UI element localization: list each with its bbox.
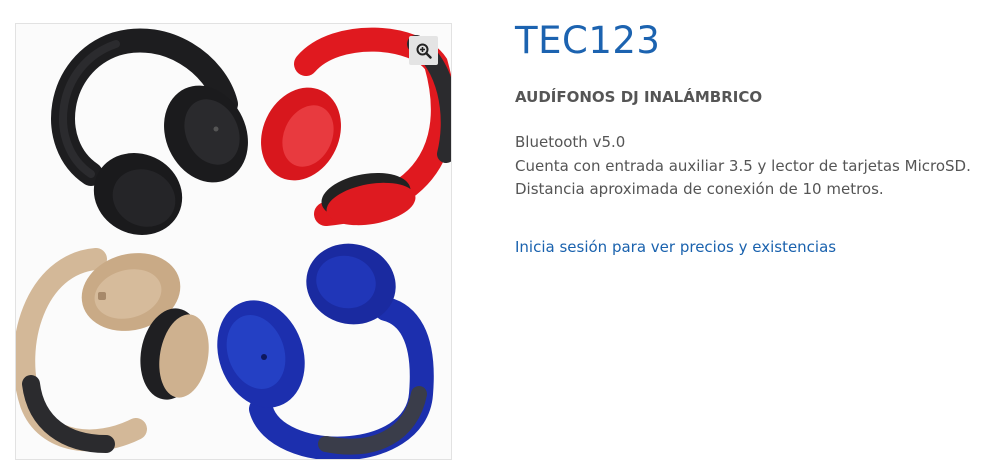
product-image-headphones [16,27,451,459]
feature-item: Cuenta con entrada auxiliar 3.5 y lector… [515,156,971,175]
red-headphones [261,27,451,226]
feature-item: Bluetooth v5.0 [515,133,626,151]
product-name: AUDÍFONOS DJ INALÁMBRICO [515,88,763,106]
product-features: Bluetooth v5.0 Cuenta con entrada auxili… [515,131,971,202]
login-to-see-prices-link[interactable]: Inicia sesión para ver precios y existen… [515,237,836,257]
product-code: TEC123 [515,19,661,62]
black-headphones [51,28,248,235]
blue-headphones [217,243,434,459]
product-image-gallery[interactable] [15,23,452,460]
zoom-button[interactable] [409,36,438,65]
gold-headphones [16,248,209,453]
feature-item: Distancia aproximada de conexión de 10 m… [515,180,884,198]
zoom-in-icon [416,43,432,59]
